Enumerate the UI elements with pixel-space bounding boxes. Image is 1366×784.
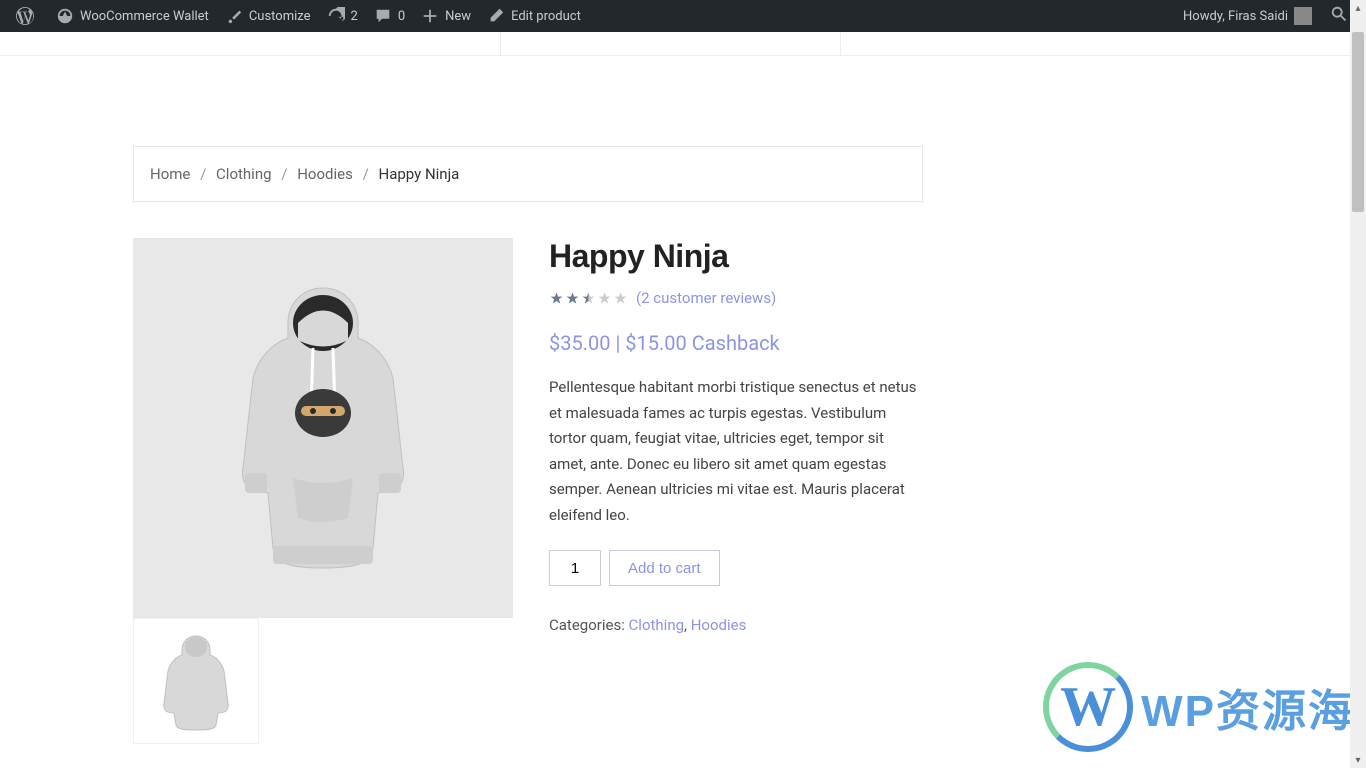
breadcrumb-clothing[interactable]: Clothing bbox=[216, 165, 272, 183]
wordpress-icon bbox=[16, 7, 34, 25]
star-empty-icon bbox=[613, 291, 628, 306]
add-to-cart-button[interactable]: Add to cart bbox=[609, 550, 720, 586]
breadcrumb-hoodies[interactable]: Hoodies bbox=[297, 165, 353, 183]
breadcrumb-current: Happy Ninja bbox=[379, 165, 460, 183]
cart-row: Add to cart bbox=[549, 550, 923, 586]
search-icon bbox=[1330, 5, 1348, 27]
scrollbar[interactable]: ▴ ▾ bbox=[1350, 0, 1366, 768]
update-icon bbox=[327, 7, 345, 25]
page-content: Home / Clothing / Hoodies / Happy Ninja bbox=[133, 56, 1233, 784]
brush-icon bbox=[225, 7, 243, 25]
updates-count: 2 bbox=[351, 9, 358, 24]
nav-seg bbox=[840, 32, 1180, 55]
dashboard-icon bbox=[56, 7, 74, 25]
nav-seg bbox=[500, 32, 840, 55]
admin-bar-left: WooCommerce Wallet Customize 2 0 New bbox=[8, 0, 589, 32]
wp-admin-bar: WooCommerce Wallet Customize 2 0 New bbox=[0, 0, 1366, 32]
wp-logo[interactable] bbox=[8, 0, 48, 32]
category-link[interactable]: Hoodies bbox=[691, 616, 747, 634]
star-icon bbox=[565, 291, 580, 306]
nav-seg bbox=[0, 32, 500, 55]
star-rating bbox=[549, 291, 628, 306]
star-half-icon bbox=[581, 291, 596, 306]
new-label: New bbox=[445, 9, 471, 24]
product-row: Happy Ninja (2 customer reviews) $35.00 … bbox=[133, 238, 923, 744]
price-line: $35.00 | $15.00 Cashback bbox=[549, 331, 923, 355]
plus-icon bbox=[421, 7, 439, 25]
product-images bbox=[133, 238, 513, 744]
star-icon bbox=[549, 291, 564, 306]
breadcrumb-sep: / bbox=[281, 165, 287, 183]
breadcrumb: Home / Clothing / Hoodies / Happy Ninja bbox=[133, 146, 923, 202]
my-account-link[interactable]: Howdy, Firas Saidi bbox=[1175, 0, 1320, 32]
price-sep: | bbox=[615, 331, 625, 355]
site-name-label: WooCommerce Wallet bbox=[80, 9, 209, 24]
customize-link[interactable]: Customize bbox=[217, 0, 319, 32]
scroll-down-icon[interactable]: ▾ bbox=[1350, 752, 1366, 768]
edit-label: Edit product bbox=[511, 9, 581, 24]
star-empty-icon bbox=[597, 291, 612, 306]
scrollbar-thumb[interactable] bbox=[1352, 32, 1364, 212]
product-description: Pellentesque habitant morbi tristique se… bbox=[549, 375, 923, 528]
product-main-image[interactable] bbox=[133, 238, 513, 618]
hoodie-back-icon bbox=[156, 631, 236, 731]
breadcrumb-sep: / bbox=[200, 165, 206, 183]
hoodie-illustration bbox=[203, 268, 443, 588]
pencil-icon bbox=[487, 7, 505, 25]
product-thumb[interactable] bbox=[133, 618, 259, 744]
scroll-up-icon[interactable]: ▴ bbox=[1350, 0, 1366, 16]
product-title: Happy Ninja bbox=[549, 238, 923, 275]
edit-product-link[interactable]: Edit product bbox=[479, 0, 589, 32]
price: $35.00 bbox=[549, 331, 610, 355]
category-link[interactable]: Clothing bbox=[629, 616, 685, 634]
new-content-link[interactable]: New bbox=[413, 0, 479, 32]
top-nav-strip bbox=[0, 32, 1366, 56]
categories-label: Categories: bbox=[549, 616, 629, 634]
comment-icon bbox=[374, 7, 392, 25]
breadcrumb-home[interactable]: Home bbox=[150, 165, 190, 183]
updates-link[interactable]: 2 bbox=[319, 0, 366, 32]
quantity-input[interactable] bbox=[549, 550, 601, 586]
howdy-text: Howdy, Firas Saidi bbox=[1183, 9, 1288, 24]
avatar-icon bbox=[1294, 7, 1312, 25]
categories-line: Categories: Clothing, Hoodies bbox=[549, 616, 923, 634]
product-info: Happy Ninja (2 customer reviews) $35.00 … bbox=[549, 238, 923, 744]
comments-link[interactable]: 0 bbox=[366, 0, 413, 32]
reviews-link[interactable]: (2 customer reviews) bbox=[636, 289, 776, 307]
cashback: $15.00 Cashback bbox=[625, 331, 779, 355]
rating-row: (2 customer reviews) bbox=[549, 289, 923, 307]
customize-label: Customize bbox=[249, 9, 311, 24]
breadcrumb-sep: / bbox=[363, 165, 369, 183]
comments-count: 0 bbox=[398, 9, 405, 24]
product-thumbs bbox=[133, 618, 513, 744]
site-name-link[interactable]: WooCommerce Wallet bbox=[48, 0, 217, 32]
admin-bar-right: Howdy, Firas Saidi bbox=[1175, 0, 1358, 32]
cat-sep: , bbox=[684, 616, 691, 634]
